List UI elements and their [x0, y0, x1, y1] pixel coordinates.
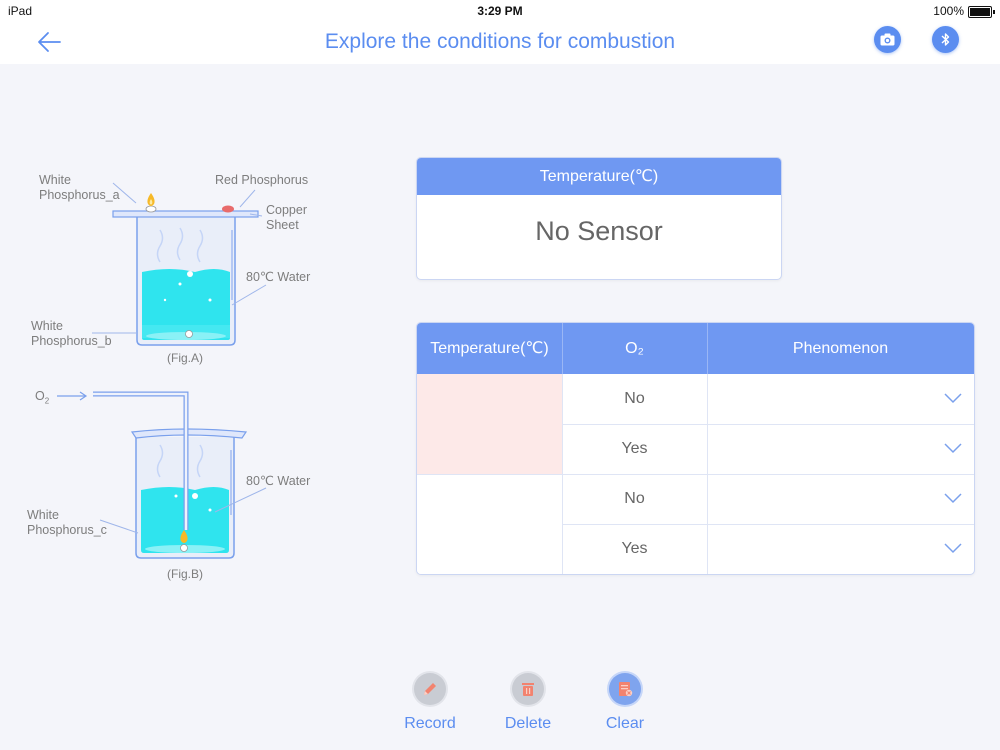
phenomenon-dropdown[interactable]	[708, 424, 974, 474]
chevron-down-icon	[944, 393, 962, 404]
temperature-card: Temperature(℃) No Sensor	[416, 157, 782, 280]
status-bar: iPad 3:29 PM 100%	[0, 0, 1000, 22]
label-o2-subscript: 2	[44, 396, 50, 406]
column-header-temperature: Temperature(℃)	[417, 323, 563, 374]
delete-label: Delete	[504, 715, 552, 732]
label-line: Phosphorus_a	[39, 188, 120, 202]
camera-icon	[880, 33, 895, 46]
page-title: Explore the conditions for combustion	[324, 30, 676, 53]
experiment-illustration: White Phosphorus_a Red Phosphorus Copper…	[0, 160, 360, 600]
temperature-cell-group-1[interactable]	[417, 374, 563, 474]
clear-button[interactable]: Clear	[585, 673, 665, 733]
phenomenon-dropdown[interactable]	[708, 524, 974, 574]
chevron-down-icon	[944, 493, 962, 504]
label-line: White	[27, 508, 59, 522]
results-table: Temperature(℃) O₂ Phenomenon No Yes No Y…	[416, 322, 975, 575]
label-line: Sheet	[266, 218, 299, 232]
o2-cell: No	[562, 474, 708, 524]
label-line: White	[39, 173, 71, 187]
temperature-readout: No Sensor	[535, 216, 663, 246]
table-header: Temperature(℃) O₂ Phenomenon	[417, 323, 974, 374]
nav-bar: Explore the conditions for combustion	[0, 22, 1000, 64]
o2-cell: Yes	[562, 424, 708, 474]
label-o2-text: O	[35, 389, 45, 403]
phenomenon-dropdown[interactable]	[708, 374, 974, 424]
label-red-phosphorus: Red Phosphorus	[215, 173, 309, 187]
o2-cell: Yes	[562, 524, 708, 574]
delete-button[interactable]: Delete	[488, 673, 568, 733]
chevron-down-icon	[944, 443, 962, 454]
label-water-a: 80℃ Water	[246, 270, 311, 284]
column-header-o2: O₂	[562, 323, 708, 374]
chevron-down-icon	[944, 543, 962, 554]
phenomenon-dropdown[interactable]	[708, 474, 974, 524]
label-copper-sheet: Copper Sheet	[266, 203, 307, 233]
battery-icon	[968, 6, 995, 18]
clear-label: Clear	[605, 715, 645, 732]
beaker-a	[112, 193, 259, 346]
clear-icon-circle	[609, 673, 641, 705]
battery-percent: 100%	[933, 4, 964, 18]
beaker-b	[93, 391, 248, 559]
label-line: Phosphorus_c	[27, 523, 107, 537]
label-water-b: 80℃ Water	[246, 474, 311, 488]
label-line: Phosphorus_b	[31, 334, 112, 348]
label-white-phosphorus-b: White Phosphorus_b	[31, 319, 112, 349]
label-white-phosphorus-c: White Phosphorus_c	[27, 508, 107, 538]
clear-document-icon	[619, 682, 633, 697]
label-line: White	[31, 319, 63, 333]
clock: 3:29 PM	[477, 4, 523, 18]
temperature-cell-group-2[interactable]	[417, 474, 563, 574]
o2-cell: No	[562, 374, 708, 424]
camera-button[interactable]	[874, 26, 901, 53]
record-button[interactable]: Record	[390, 673, 470, 733]
label-line: Copper	[266, 203, 307, 217]
pencil-icon	[424, 683, 436, 695]
label-o2: O2	[35, 389, 49, 409]
delete-icon-circle	[512, 673, 544, 705]
caption-fig-a: (Fig.A)	[167, 351, 203, 365]
column-header-phenomenon: Phenomenon	[792, 340, 889, 357]
trash-icon	[522, 683, 534, 696]
caption-fig-b: (Fig.B)	[167, 567, 203, 581]
record-label: Record	[404, 715, 456, 732]
bluetooth-button[interactable]	[932, 26, 959, 53]
label-white-phosphorus-a: White Phosphorus_a	[39, 173, 120, 203]
bluetooth-icon	[941, 33, 950, 46]
temperature-card-header: Temperature(℃)	[417, 158, 781, 195]
record-icon-circle	[414, 673, 446, 705]
